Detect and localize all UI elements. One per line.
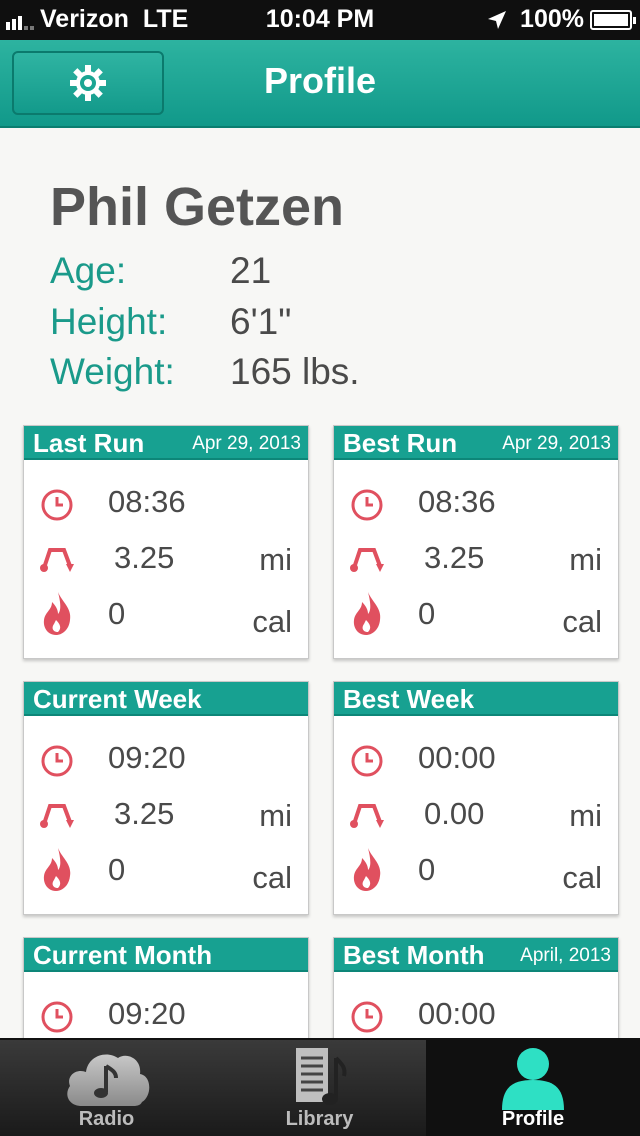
calories-row: 0 cal <box>24 586 308 642</box>
distance-row: 3.25 mi <box>24 530 308 586</box>
clock-icon <box>351 1001 383 1033</box>
time-row: 08:36 <box>24 474 308 530</box>
card-date: Apr 29, 2013 <box>502 433 611 454</box>
flame-icon <box>353 592 381 635</box>
distance-unit: mi <box>569 542 602 577</box>
age-label: Age: <box>50 250 127 291</box>
card-header: Best Month April, 2013 <box>334 938 618 972</box>
card-date: Apr 29, 2013 <box>192 433 301 454</box>
tab-bar: Radio Library Profile <box>0 1038 640 1136</box>
calories-unit: cal <box>252 860 292 895</box>
time-value: 08:36 <box>418 484 496 519</box>
height-label: Height: <box>50 301 168 342</box>
tab-label: Profile <box>501 1108 565 1130</box>
tab-radio[interactable]: Radio <box>0 1040 213 1136</box>
profile-name: Phil Getzen <box>50 177 345 237</box>
card-header: Best Run Apr 29, 2013 <box>334 426 618 460</box>
profile-icon <box>502 1048 564 1110</box>
status-bar: Verizon LTE 10:04 PM 100% <box>0 0 640 40</box>
calories-value: 0 <box>418 596 436 631</box>
distance-value: 3.25 <box>114 796 175 831</box>
height-value: 6'1" <box>230 301 292 342</box>
time-value: 00:00 <box>418 740 496 775</box>
card-title: Best Run <box>343 428 458 458</box>
flame-icon <box>43 592 71 635</box>
radio-icon <box>66 1054 149 1106</box>
time-value: 09:20 <box>108 740 186 775</box>
distance-unit: mi <box>259 798 292 833</box>
distance-row: 3.25 mi <box>334 530 618 586</box>
time-row: 08:36 <box>334 474 618 530</box>
calories-unit: cal <box>562 860 602 895</box>
card-header: Last Run Apr 29, 2013 <box>24 426 308 460</box>
distance-value: 3.25 <box>114 540 175 575</box>
card-header: Current Week <box>24 682 308 716</box>
tab-label: Radio <box>78 1108 135 1130</box>
distance-unit: mi <box>259 542 292 577</box>
distance-icon <box>40 804 74 828</box>
battery-icon <box>590 9 636 30</box>
calories-unit: cal <box>562 604 602 639</box>
calories-unit: cal <box>252 604 292 639</box>
card-title: Current Week <box>33 684 202 714</box>
time-row: 09:20 <box>24 986 308 1042</box>
distance-icon <box>40 548 74 572</box>
location-arrow-icon <box>488 10 507 29</box>
current-week-card[interactable]: Current Week 09:20 3.25 mi 0 cal <box>23 681 309 915</box>
card-title: Best Week <box>343 684 475 714</box>
distance-row: 3.25 mi <box>24 786 308 842</box>
clock-icon <box>41 1001 73 1033</box>
best-week-card[interactable]: Best Week 00:00 0.00 mi 0 cal <box>333 681 619 915</box>
distance-value: 3.25 <box>424 540 485 575</box>
last-run-card[interactable]: Last Run Apr 29, 2013 08:36 3.25 mi 0 ca… <box>23 425 309 659</box>
calories-value: 0 <box>108 852 126 887</box>
tab-library[interactable]: Library <box>213 1040 426 1136</box>
clock-icon <box>351 489 383 521</box>
distance-value: 0.00 <box>424 796 485 831</box>
status-right: 100% <box>486 5 636 34</box>
tab-profile[interactable]: Profile <box>426 1040 640 1136</box>
time-value: 09:20 <box>108 996 186 1031</box>
library-icon <box>295 1048 346 1105</box>
card-header: Best Week <box>334 682 618 716</box>
card-title: Best Month <box>343 940 485 970</box>
distance-unit: mi <box>569 798 602 833</box>
nav-bar: Profile <box>0 40 640 128</box>
best-run-card[interactable]: Best Run Apr 29, 2013 08:36 3.25 mi 0 ca… <box>333 425 619 659</box>
clock-icon <box>351 745 383 777</box>
flame-icon <box>353 848 381 891</box>
weight-label: Weight: <box>50 351 175 392</box>
time-row: 09:20 <box>24 730 308 786</box>
weight-value: 165 lbs. <box>230 351 360 392</box>
flame-icon <box>43 848 71 891</box>
distance-icon <box>350 548 384 572</box>
page-title: Profile <box>263 60 377 101</box>
time-value: 08:36 <box>108 484 186 519</box>
tab-label: Library <box>285 1108 354 1130</box>
clock-icon <box>41 745 73 777</box>
distance-row: 0.00 mi <box>334 786 618 842</box>
card-title: Current Month <box>33 940 213 970</box>
calories-row: 0 cal <box>334 586 618 642</box>
battery-percent: 100% <box>520 5 584 33</box>
age-value: 21 <box>230 250 272 291</box>
distance-icon <box>350 804 384 828</box>
calories-value: 0 <box>418 852 436 887</box>
card-date: April, 2013 <box>520 945 611 966</box>
clock-icon <box>41 489 73 521</box>
time-value: 00:00 <box>418 996 496 1031</box>
card-title: Last Run <box>33 428 145 458</box>
time-row: 00:00 <box>334 986 618 1042</box>
calories-row: 0 cal <box>334 842 618 898</box>
calories-value: 0 <box>108 596 126 631</box>
calories-row: 0 cal <box>24 842 308 898</box>
time-row: 00:00 <box>334 730 618 786</box>
card-header: Current Month <box>24 938 308 972</box>
